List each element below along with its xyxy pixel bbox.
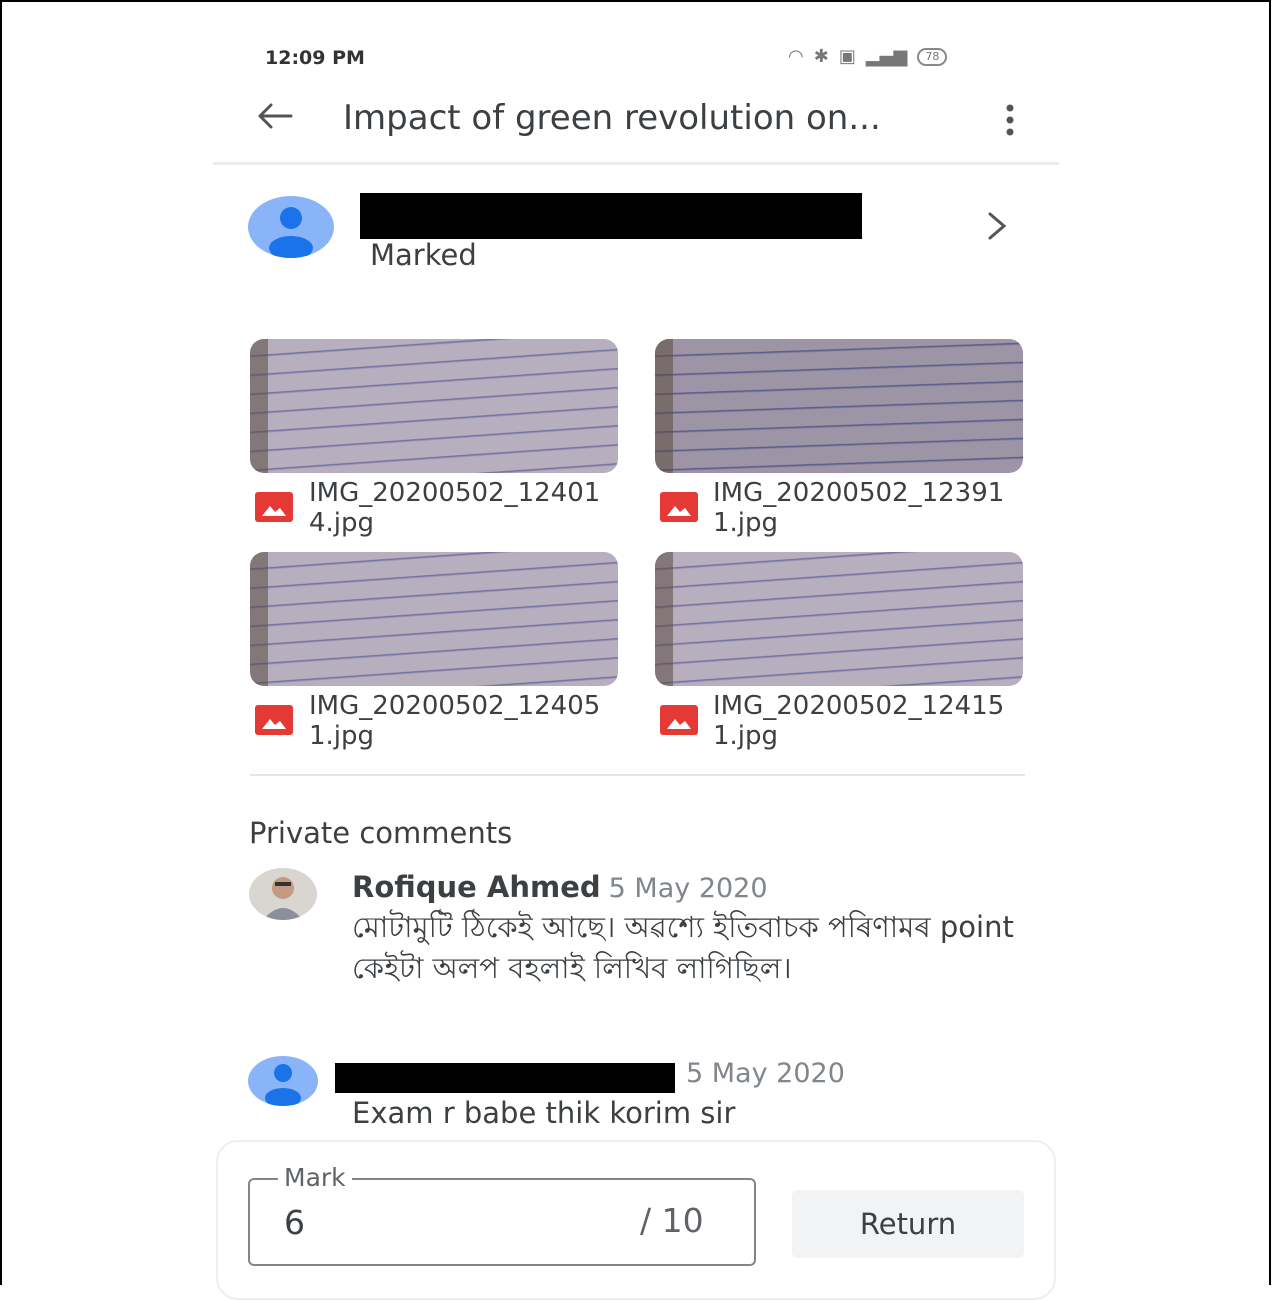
attachment-name[interactable]: IMG_20200502_123911.jpg	[713, 478, 1023, 538]
attachment-name[interactable]: IMG_20200502_124151.jpg	[713, 691, 1023, 751]
mark-total: / 10	[640, 1201, 704, 1240]
comment-text: Exam r babe thik korim sir	[352, 1096, 736, 1130]
attachment-name[interactable]: IMG_20200502_124051.jpg	[309, 691, 619, 751]
comment-author: Rofique Ahmed 5 May 2020	[352, 870, 768, 904]
mark-label: Mark	[278, 1163, 352, 1192]
attachment-thumbnail[interactable]	[655, 339, 1023, 473]
redacted-commenter-name	[335, 1063, 675, 1093]
attachment-thumbnail[interactable]	[250, 552, 618, 686]
status-time: 12:09 PM	[265, 47, 365, 69]
page-title: Impact of green revolution on...	[343, 98, 881, 138]
comment-date: 5 May 2020	[686, 1058, 845, 1089]
mark-value[interactable]: 6	[284, 1203, 305, 1242]
student-avatar	[248, 196, 334, 258]
image-file-icon	[660, 705, 698, 735]
private-comments-heading: Private comments	[249, 816, 513, 850]
commenter-avatar	[248, 1056, 318, 1106]
sim-icon: ▣	[838, 46, 856, 67]
commenter-avatar	[249, 868, 317, 920]
attachment-thumbnail[interactable]	[655, 552, 1023, 686]
return-button[interactable]: Return	[792, 1190, 1024, 1258]
redacted-student-name	[360, 193, 862, 239]
comment-date: 5 May 2020	[608, 873, 768, 904]
chevron-right-icon[interactable]	[982, 208, 1012, 244]
bluetooth-icon: ✱	[813, 46, 829, 67]
section-divider	[250, 774, 1025, 776]
attachment-thumbnail[interactable]	[250, 339, 618, 473]
comment-text: মোটামুটি ঠিকেই আছে। অৱশ্যে ইতিবাচক পৰিণা…	[352, 910, 1014, 985]
submission-status: Marked	[370, 238, 477, 272]
image-file-icon	[255, 705, 293, 735]
back-arrow-icon[interactable]	[255, 96, 295, 136]
battery-icon: 78	[917, 47, 948, 66]
image-file-icon	[255, 492, 293, 522]
image-file-icon	[660, 492, 698, 522]
attachment-name[interactable]: IMG_20200502_124014.jpg	[309, 478, 619, 538]
wifi-icon: ◠	[788, 46, 804, 67]
app-bar-divider	[213, 162, 1059, 165]
signal-icon: ▂▄▆	[865, 46, 908, 67]
more-vert-icon[interactable]	[998, 100, 1022, 140]
comment-author-name: Rofique Ahmed	[352, 870, 601, 904]
status-icons: ◠ ✱ ▣ ▂▄▆ 78	[788, 46, 948, 67]
